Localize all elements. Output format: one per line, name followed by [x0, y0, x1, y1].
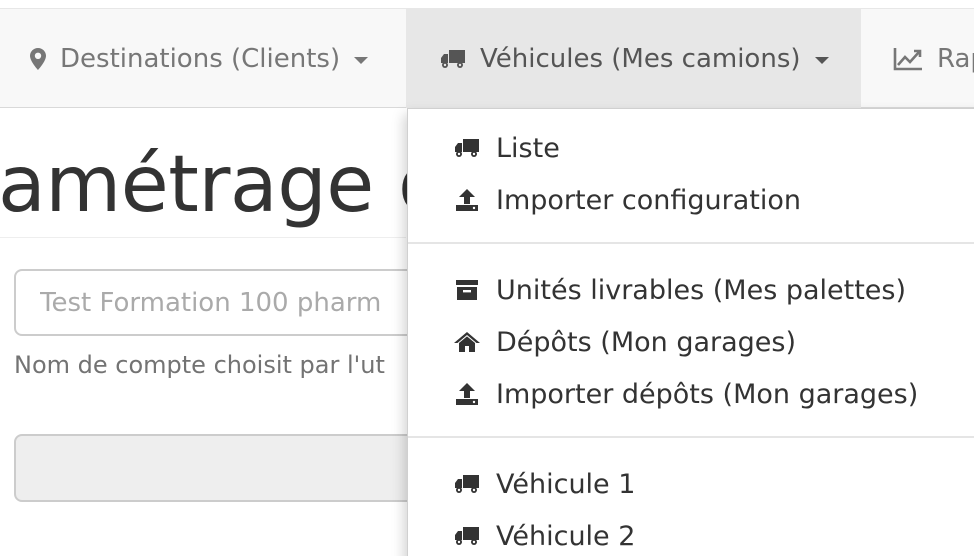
menu-item-importer-depots[interactable]: Importer dépôts (Mon garages)	[408, 368, 918, 420]
menu-item-importer-configuration[interactable]: Importer configuration	[408, 174, 801, 226]
menu-item-depots[interactable]: Dépôts (Mon garages)	[408, 316, 796, 368]
upload-icon	[452, 188, 482, 212]
chevron-down-icon	[814, 57, 829, 64]
menu-item-vehicule-1[interactable]: Véhicule 1	[408, 458, 635, 510]
menu-item-label: Dépôts (Mon garages)	[496, 326, 797, 358]
menu-item-label: Véhicule 2	[496, 520, 636, 552]
menu-item-unites-livrables[interactable]: Unités livrables (Mes palettes)	[408, 264, 906, 316]
nav-vehicules-label: Véhicules (Mes camions)	[480, 43, 801, 74]
menu-item-label: Véhicule 1	[496, 468, 636, 500]
menu-divider	[408, 242, 974, 244]
truck-icon	[452, 138, 482, 158]
archive-icon	[452, 279, 482, 301]
page: Destinations (Clients) Véhicules (Mes ca…	[0, 0, 974, 556]
readonly-field	[14, 434, 474, 502]
account-name-input[interactable]	[14, 269, 474, 336]
menu-item-label: Unités livrables (Mes palettes)	[496, 274, 907, 306]
nav-rapports[interactable]: Rap	[861, 9, 974, 108]
nav-rapports-label: Rap	[937, 43, 974, 74]
menu-item-label: Liste	[496, 132, 560, 164]
nav-vehicules[interactable]: Véhicules (Mes camions)	[406, 9, 861, 108]
map-marker-icon	[30, 47, 46, 70]
line-chart-icon	[893, 47, 923, 71]
title-divider	[0, 237, 406, 238]
account-name-help: Nom de compte choisit par l'ut	[14, 351, 385, 379]
page-title: amétrage g	[0, 140, 448, 230]
menu-item-label: Importer dépôts (Mon garages)	[496, 378, 919, 410]
truck-icon	[452, 474, 482, 494]
menu-item-vehicule-2[interactable]: Véhicule 2	[408, 510, 635, 556]
vehicules-dropdown-menu: Liste Importer configuration Unités livr…	[407, 108, 974, 556]
nav-destinations[interactable]: Destinations (Clients)	[0, 9, 406, 108]
menu-item-liste[interactable]: Liste	[408, 122, 560, 174]
upload-icon	[452, 382, 482, 406]
menu-item-label: Importer configuration	[496, 184, 802, 216]
truck-icon	[440, 49, 466, 69]
nav-destinations-label: Destinations (Clients)	[60, 43, 341, 74]
menu-divider	[408, 436, 974, 438]
home-icon	[452, 331, 482, 353]
top-navbar: Destinations (Clients) Véhicules (Mes ca…	[0, 8, 974, 108]
chevron-down-icon	[354, 57, 369, 64]
truck-icon	[452, 526, 482, 546]
